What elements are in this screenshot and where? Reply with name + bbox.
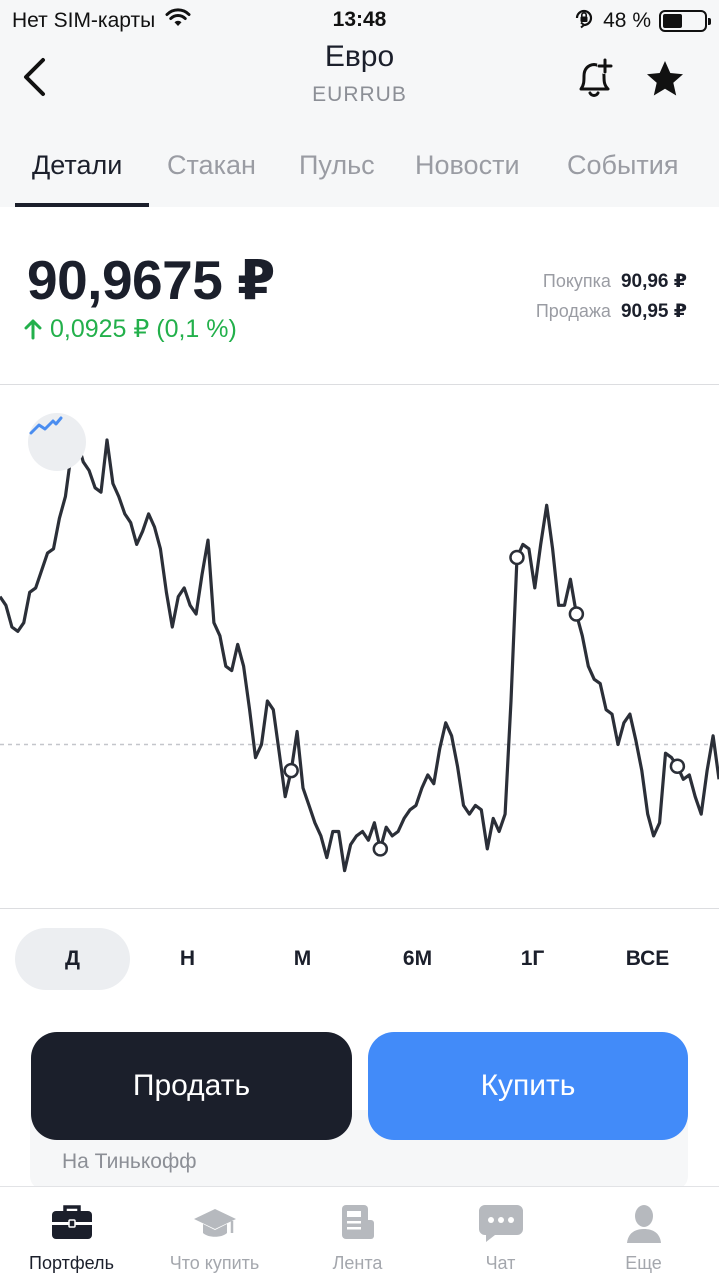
sell-label: Продажа [535,301,611,321]
price-series-line [0,438,719,873]
price-change-value: 0,0925 ₽ (0,1 %) [50,315,237,343]
divider [0,908,719,909]
bottom-nav-label: Портфель [29,1253,114,1273]
orientation-lock-icon [573,7,595,35]
favorite-button[interactable] [644,58,686,100]
add-alert-button[interactable] [574,56,616,102]
feed-icon [334,1201,382,1245]
chart-event-marker[interactable] [283,762,299,779]
trend-line-icon [29,416,63,435]
nav-bar: Евро EURRUB [0,40,719,120]
chart-type-button[interactable] [28,413,86,471]
chart-event-marker[interactable] [509,549,525,566]
battery-icon [659,10,711,32]
period-day[interactable]: Д [15,928,130,990]
bottom-nav-portfolio[interactable]: Портфель [0,1187,143,1280]
chat-icon [477,1201,525,1245]
bottom-nav: Портфель Что купить Лента Чат Еще [0,1186,719,1280]
current-price: 90,9675 ₽ [27,249,275,311]
arrow-up-icon [24,319,42,340]
chart-event-marker[interactable] [372,841,389,857]
tab-events[interactable]: События [567,150,678,181]
briefcase-icon [48,1201,96,1245]
sell-button[interactable]: Продать [31,1032,352,1140]
graduation-cap-icon [191,1201,239,1245]
sell-quote: Продажа 90,95 ₽ [536,300,687,323]
tab-active-indicator [15,203,149,207]
bottom-nav-feed[interactable]: Лента [286,1187,429,1280]
status-bar: Нет SIM-карты 13:48 48 % [0,0,719,40]
buy-value: 90,96 ₽ [620,271,687,292]
tab-news[interactable]: Новости [415,150,520,181]
bottom-nav-label: Еще [625,1253,662,1273]
tab-pulse[interactable]: Пульс [299,150,375,181]
buy-button[interactable]: Купить [368,1032,688,1140]
price-chart[interactable] [0,385,719,908]
period-6-months[interactable]: 6М [360,928,475,990]
profile-icon [620,1201,668,1245]
period-all[interactable]: ВСЕ [590,928,705,990]
battery-percent: 48 % [603,9,651,32]
buy-quote: Покупка 90,96 ₽ [543,270,687,293]
bottom-nav-more[interactable]: Еще [572,1187,715,1280]
chart-event-marker[interactable] [568,606,585,622]
tab-bar: Детали Стакан Пульс Новости События [0,140,719,207]
bottom-nav-what-to-buy[interactable]: Что купить [143,1187,286,1280]
bell-plus-icon [579,58,613,97]
period-year[interactable]: 1Г [475,928,590,990]
bottom-nav-chat[interactable]: Чат [429,1187,572,1280]
price-change: 0,0925 ₽ (0,1 %) [24,314,237,344]
tab-details[interactable]: Детали [32,150,122,181]
period-month[interactable]: М [245,928,360,990]
chart-event-marker[interactable] [669,758,686,774]
bottom-nav-label: Лента [332,1253,383,1273]
bottom-nav-label: Что купить [169,1253,260,1273]
period-selector: Д Н М 6М 1Г ВСЕ [0,928,719,990]
tab-order-book[interactable]: Стакан [167,150,256,181]
bottom-nav-label: Чат [485,1253,516,1273]
exchange-label: На Тинькофф [62,1150,197,1173]
price-chart-svg [0,438,719,873]
period-week[interactable]: Н [130,928,245,990]
buy-label: Покупка [542,271,611,291]
star-icon [647,61,683,96]
sell-value: 90,95 ₽ [620,301,687,322]
